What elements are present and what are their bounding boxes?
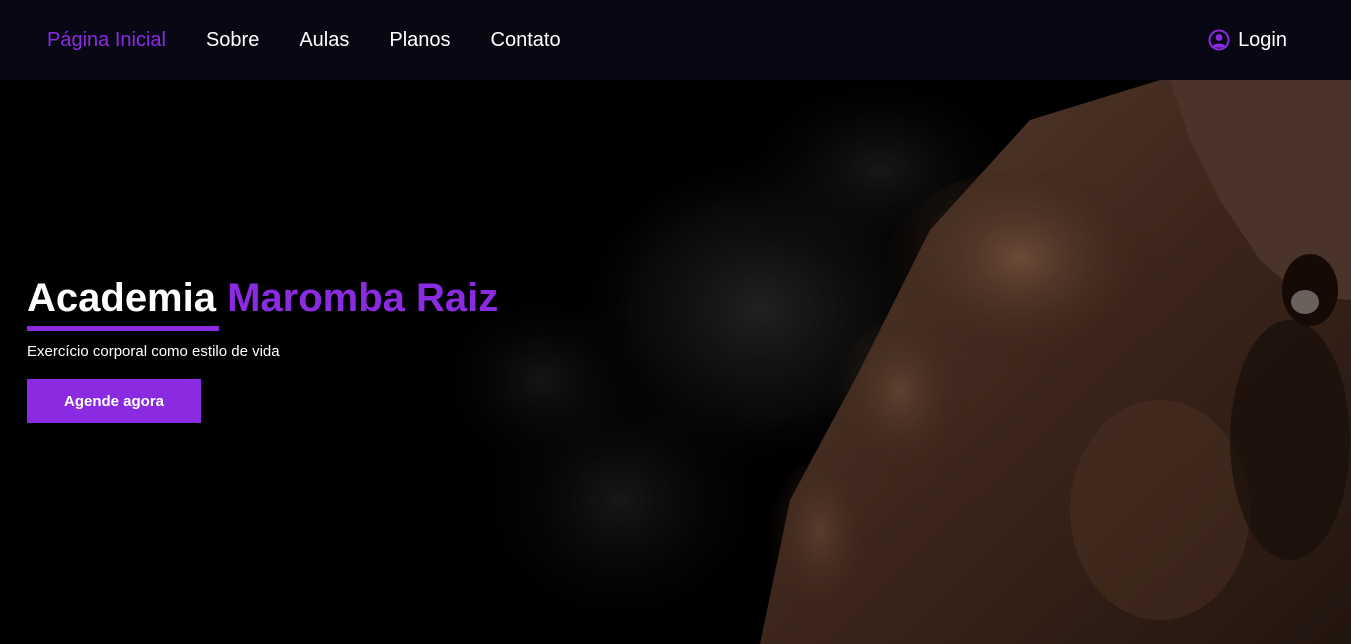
hero-title: Academia Maromba Raiz	[27, 275, 498, 321]
login-button[interactable]: Login	[1208, 0, 1287, 80]
nav-link-about[interactable]: Sobre	[206, 29, 259, 51]
landing-page: Página Inicial Sobre Aulas Planos Contat…	[0, 0, 1351, 644]
hero-title-accent: Maromba Raiz	[227, 276, 499, 320]
schedule-now-button[interactable]: Agende agora	[27, 379, 201, 423]
hero-section: Academia Maromba Raiz Exercício corporal…	[0, 80, 1351, 644]
hero-content: Academia Maromba Raiz Exercício corporal…	[27, 275, 498, 423]
navbar: Página Inicial Sobre Aulas Planos Contat…	[0, 0, 1351, 80]
nav-link-plans[interactable]: Planos	[389, 29, 450, 51]
title-underline	[27, 326, 219, 331]
hero-title-main: Academia	[27, 276, 216, 320]
nav-link-home[interactable]: Página Inicial	[47, 29, 166, 51]
user-circle-icon	[1208, 29, 1230, 51]
hero-subtitle: Exercício corporal como estilo de vida	[27, 343, 280, 360]
login-label: Login	[1238, 28, 1287, 51]
nav-menu: Página Inicial Sobre Aulas Planos Contat…	[47, 0, 561, 80]
nav-link-contact[interactable]: Contato	[491, 29, 561, 51]
nav-link-classes[interactable]: Aulas	[299, 29, 349, 51]
